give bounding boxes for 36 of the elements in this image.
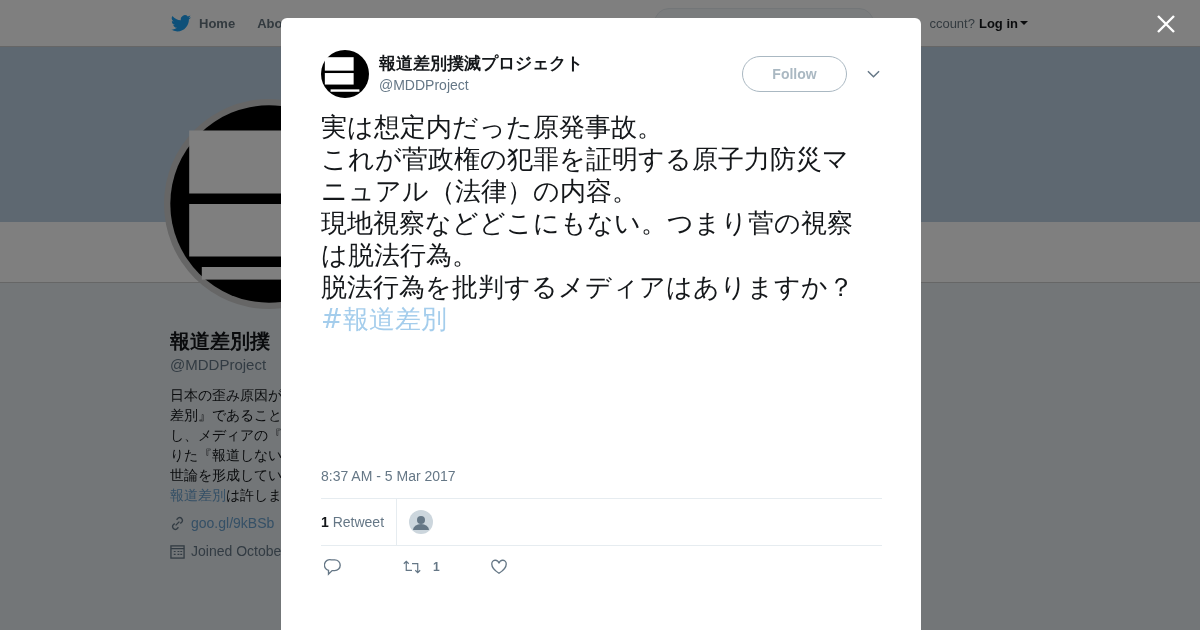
bio-text: りた『報道しない (170, 447, 282, 463)
calendar-icon (170, 543, 185, 559)
profile-url[interactable]: goo.gl/9kBSb (191, 513, 275, 533)
tweet-text: は脱法行為。 (321, 239, 479, 271)
tweet-text: これが菅政権の犯罪を証明する原子力防災マ (321, 143, 850, 175)
tweet-text: ニュアル（法律）の内容。 (321, 175, 639, 207)
author-handle[interactable]: @MDDProject (379, 75, 742, 95)
tweet-text: 実は想定内だった原発事故。 (321, 111, 664, 143)
tweet-text: 脱法行為を批判するメディアはありますか？ (321, 271, 855, 303)
retweet-count[interactable]: 1 Retweet (321, 499, 398, 545)
tweet-text: 現地視察などどこにもない。つまり菅の視察 (321, 207, 854, 239)
caret-icon (1019, 21, 1028, 25)
retweet-icon[interactable] (403, 558, 421, 576)
login-link[interactable]: Log in (978, 15, 1028, 31)
link-icon (170, 515, 185, 531)
nav-link[interactable]: Home (199, 15, 236, 31)
joined-date: Joined Octobe (191, 542, 282, 561)
hashtag-link[interactable]: #報道差別 (321, 303, 882, 335)
hashtag-link[interactable]: 報道差別 (170, 487, 226, 503)
bio-text: し、メディアの『 (170, 427, 282, 443)
close-button[interactable] (1155, 13, 1177, 35)
user-avatar-icon[interactable] (409, 510, 434, 534)
bio-text: 差別』であること (170, 407, 282, 423)
profile-handle: @MDDProject (170, 355, 268, 375)
reply-icon[interactable] (324, 558, 342, 576)
bio-text: は許しま (226, 487, 282, 503)
follow-button[interactable]: Follow (742, 56, 847, 92)
author-name[interactable]: 報道差別撲滅プロジェクト (379, 53, 742, 75)
account-prompt: ccount? (929, 15, 975, 31)
profile-name: 報道差別撲 (170, 329, 271, 354)
like-icon[interactable] (489, 558, 508, 576)
nav-link[interactable]: Abo (257, 15, 283, 31)
bio-text: 世論を形成してい (170, 467, 282, 483)
chevron-down-icon[interactable] (867, 70, 880, 78)
tweet-timestamp[interactable]: 8:37 AM - 5 Mar 2017 (321, 466, 882, 486)
retweet-action-count: 1 (433, 560, 440, 574)
